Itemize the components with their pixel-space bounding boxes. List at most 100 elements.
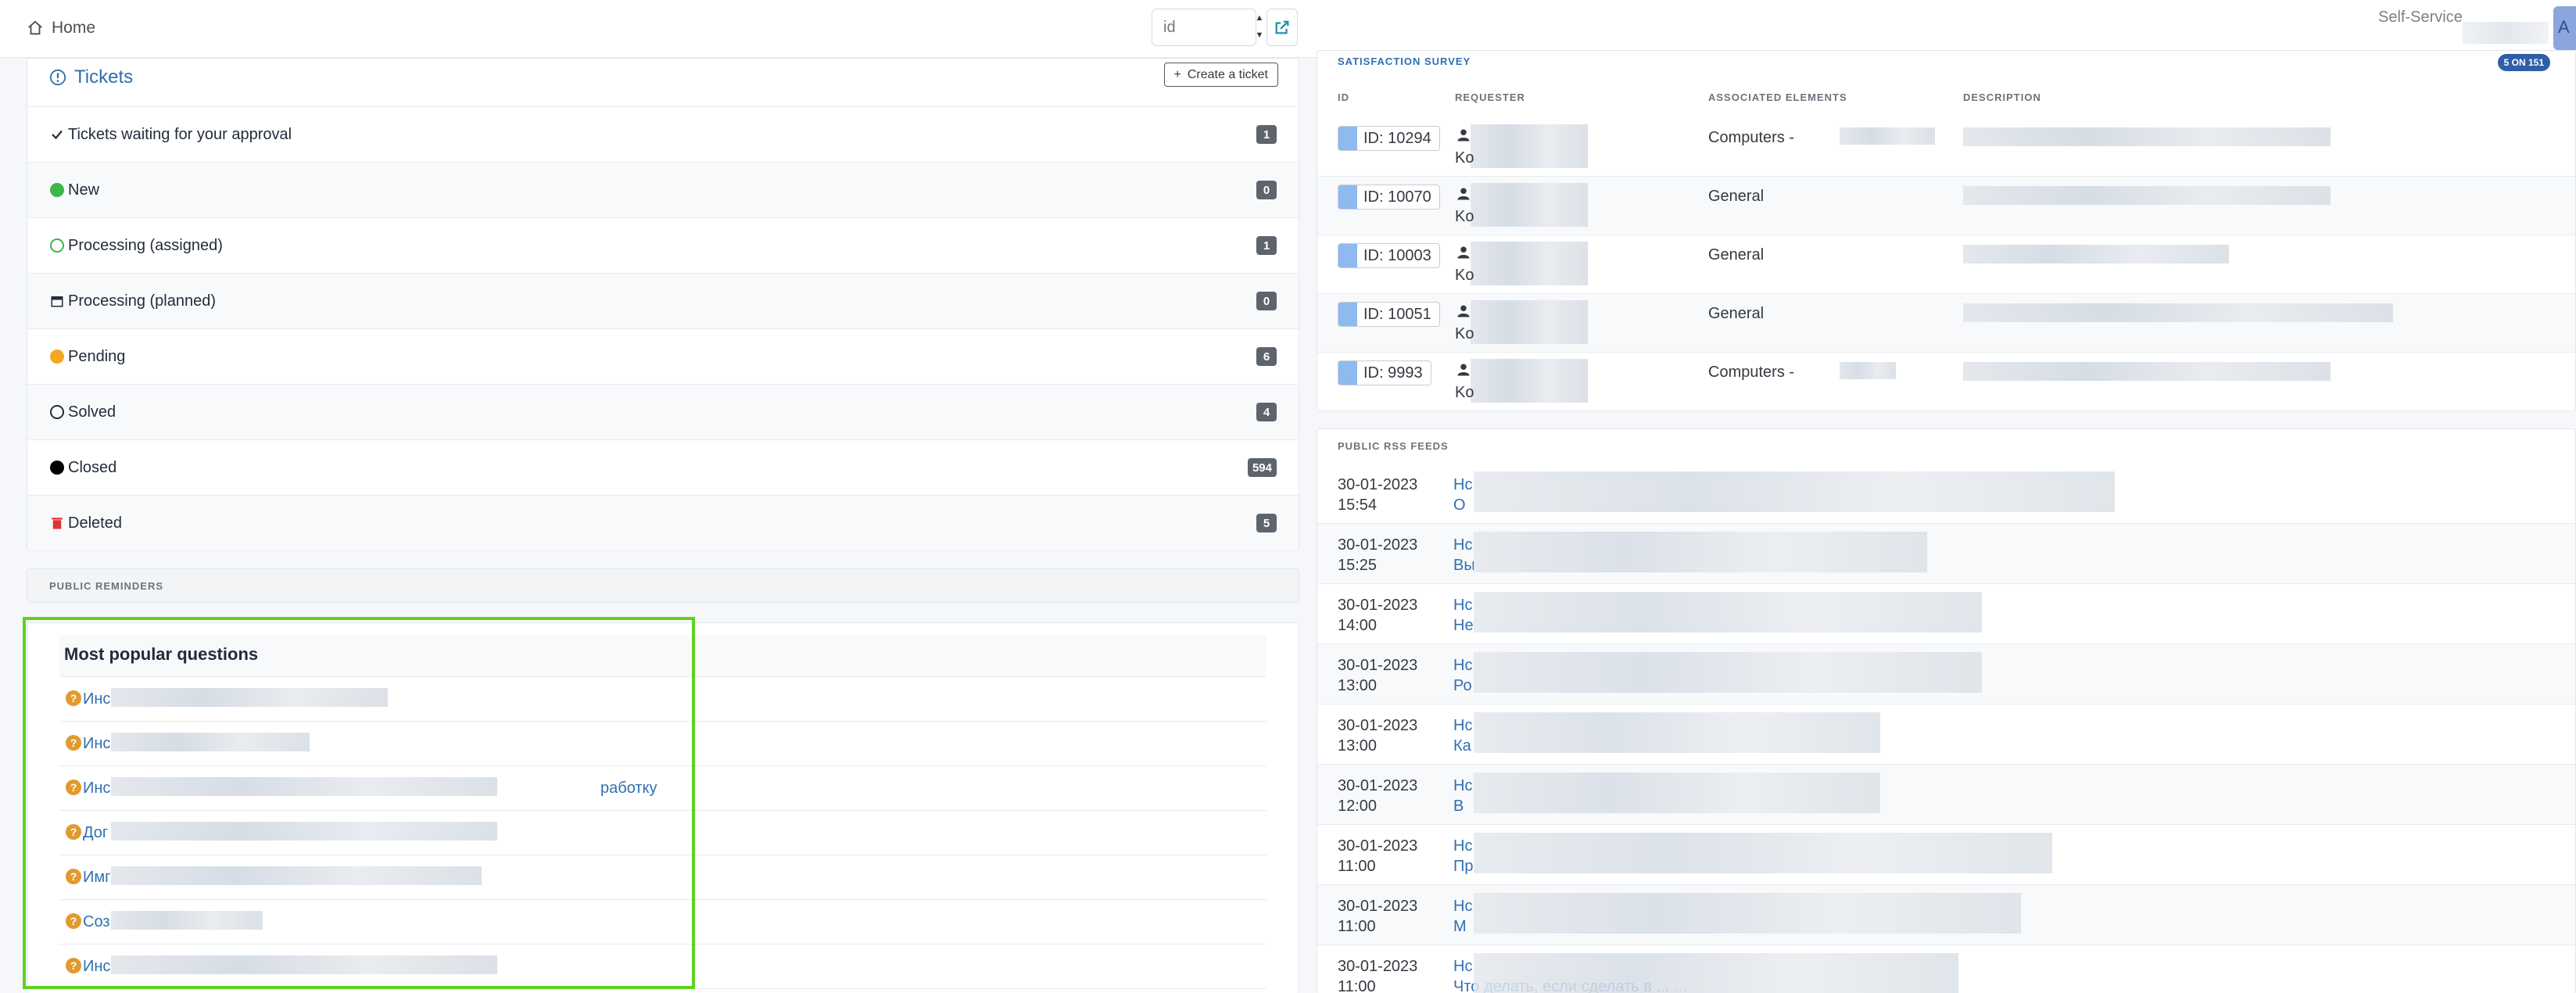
survey-row[interactable]: ID: 10294 Ko Computers - — [1317, 118, 2575, 177]
associated-element[interactable]: General — [1708, 305, 1764, 323]
associated-element[interactable]: Computers - — [1708, 129, 1794, 147]
faq-item-text[interactable]: Инс — [83, 958, 110, 976]
survey-id-link[interactable]: ID: 9993 — [1338, 360, 1431, 385]
ticket-status-label[interactable]: Solved — [68, 403, 116, 421]
satisfaction-survey-label[interactable]: SATISFACTION SURVEY — [1338, 56, 1471, 67]
ticket-status-row[interactable]: Deleted 5 — [27, 496, 1299, 551]
faq-item[interactable]: ? Дог — [59, 811, 1267, 855]
rss-title-line-2[interactable]: Пр — [1453, 856, 1474, 876]
rss-feed-item[interactable]: 30-01-2023 11:00 Нс М — [1317, 885, 2575, 945]
rss-item-link[interactable]: Нс В — [1453, 776, 1472, 816]
ticket-status-row[interactable]: Processing (assigned) 1 — [27, 218, 1299, 274]
open-ticket-button[interactable] — [1267, 9, 1298, 46]
stepper-down-icon[interactable]: ▼ — [1254, 28, 1265, 42]
rss-item-link[interactable]: Нс Ка — [1453, 715, 1472, 756]
rss-title-line[interactable]: Нс — [1453, 475, 1472, 495]
survey-id-link[interactable]: ID: 10003 — [1338, 243, 1440, 268]
faq-item-text[interactable]: Инс — [83, 735, 110, 753]
ticket-status-label[interactable]: Closed — [68, 459, 116, 477]
column-header-associated[interactable]: ASSOCIATED ELEMENTS — [1708, 91, 1847, 103]
survey-row[interactable]: ID: 10051 Ko General — [1317, 294, 2575, 353]
create-ticket-label: Create a ticket — [1187, 67, 1268, 81]
rss-item-link[interactable]: Нс Пр — [1453, 836, 1474, 876]
rss-item-link[interactable]: Нс Не — [1453, 595, 1474, 636]
associated-element[interactable]: General — [1708, 188, 1764, 206]
rss-feed-item[interactable]: 30-01-2023 13:00 Нс Ро — [1317, 644, 2575, 704]
rss-feed-item[interactable]: 30-01-2023 13:00 Нс Ка — [1317, 704, 2575, 765]
rss-feed-item[interactable]: 30-01-2023 11:00 Нс Пр — [1317, 825, 2575, 885]
faq-item[interactable]: ? Соз — [59, 900, 1267, 945]
survey-id-link[interactable]: ID: 10051 — [1338, 302, 1440, 327]
ticket-status-row[interactable]: New 0 — [27, 163, 1299, 218]
rss-title-line-2[interactable]: Вы — [1453, 555, 1475, 575]
ticket-status-label[interactable]: Pending — [68, 348, 125, 366]
ticket-status-label[interactable]: Processing (planned) — [68, 292, 216, 310]
rss-feed-item[interactable]: 30-01-2023 15:54 Нс О — [1317, 464, 2575, 524]
column-header-description[interactable]: DESCRIPTION — [1963, 91, 2041, 103]
rss-feed-item[interactable]: 30-01-2023 12:00 Нс В — [1317, 765, 2575, 825]
rss-title-line-2[interactable]: О — [1453, 495, 1472, 515]
ticket-status-row[interactable]: Processing (planned) 0 — [27, 274, 1299, 329]
create-ticket-button[interactable]: + Create a ticket — [1163, 63, 1278, 87]
rss-title-line-2[interactable]: Ро — [1453, 676, 1472, 696]
faq-item-suffix[interactable]: работку — [600, 780, 657, 798]
rss-title-line[interactable]: Нс — [1453, 655, 1472, 676]
faq-item-text[interactable]: Соз — [83, 913, 110, 931]
faq-item-text[interactable]: Инс — [83, 780, 110, 798]
stepper-up-icon[interactable]: ▲ — [1254, 11, 1265, 25]
survey-row[interactable]: ID: 10070 Ko General — [1317, 177, 2575, 235]
rss-item-link[interactable]: Нс О — [1453, 475, 1472, 515]
faq-item[interactable]: ? Инс — [59, 945, 1267, 989]
faq-item-text[interactable]: Инс — [83, 690, 110, 708]
ticket-status-label[interactable]: Tickets waiting for your approval — [68, 126, 292, 144]
requester-name[interactable]: Ko — [1455, 325, 1474, 343]
survey-id-link[interactable]: ID: 10294 — [1338, 126, 1440, 151]
rss-title-line[interactable]: Нс — [1453, 836, 1474, 856]
rss-title-line[interactable]: Нс — [1453, 776, 1472, 796]
avatar[interactable]: A — [2553, 6, 2576, 50]
ticket-status-label[interactable]: Processing (assigned) — [68, 237, 223, 255]
faq-item[interactable]: ? Инс — [59, 677, 1267, 722]
id-stepper[interactable]: ▲ ▼ — [1254, 11, 1265, 42]
rss-item-link[interactable]: Нс Ро — [1453, 655, 1472, 696]
rss-title-line[interactable]: Нс — [1453, 535, 1475, 555]
rss-title-line[interactable]: Нс — [1453, 715, 1472, 736]
faq-item[interactable]: ? Инс работку — [59, 766, 1267, 811]
rss-item-link[interactable]: Нс М — [1453, 896, 1472, 937]
requester-name[interactable]: Ko — [1455, 384, 1474, 402]
requester-name[interactable]: Ko — [1455, 149, 1474, 167]
survey-row[interactable]: ID: 9993 Ko Computers - — [1317, 353, 2575, 411]
rss-title-line-2[interactable]: М — [1453, 916, 1472, 937]
ticket-status-row[interactable]: Solved 4 — [27, 385, 1299, 440]
ticket-status-label[interactable]: New — [68, 181, 99, 199]
rss-title-line[interactable]: Нс — [1453, 896, 1472, 916]
ticket-status-row[interactable]: Closed 594 — [27, 440, 1299, 496]
survey-id-link[interactable]: ID: 10070 — [1338, 185, 1440, 210]
survey-row[interactable]: ID: 10003 Ko General — [1317, 235, 2575, 294]
requester-name[interactable]: Ko — [1455, 208, 1474, 226]
ticket-id-input[interactable] — [1152, 9, 1256, 46]
rss-title-line-2[interactable]: В — [1453, 796, 1472, 816]
rss-feed-item[interactable]: 30-01-2023 14:00 Нс Не — [1317, 584, 2575, 644]
rss-feed-item[interactable]: 30-01-2023 15:25 Нс Вы — [1317, 524, 2575, 584]
breadcrumb-home[interactable]: Home — [27, 16, 95, 41]
ticket-status-row[interactable]: Tickets waiting for your approval 1 — [27, 107, 1299, 163]
column-header-requester[interactable]: REQUESTER — [1455, 91, 1525, 103]
column-header-id[interactable]: ID — [1338, 91, 1349, 103]
redacted-text — [1840, 362, 1896, 379]
requester-name[interactable]: Ko — [1455, 267, 1474, 285]
tickets-title[interactable]: Tickets — [49, 66, 133, 88]
ticket-status-row[interactable]: Pending 6 — [27, 329, 1299, 385]
associated-element[interactable]: Computers - — [1708, 364, 1794, 382]
faq-item-text[interactable]: Дог — [83, 824, 108, 842]
rss-title-line-2[interactable]: Ка — [1453, 736, 1472, 756]
rss-title-line-2[interactable]: Не — [1453, 615, 1474, 636]
associated-element[interactable]: General — [1708, 246, 1764, 264]
rss-feed-item[interactable]: 30-01-202311:00НсЧто делать, если сделат… — [1317, 945, 2575, 993]
faq-item[interactable]: ? Имг — [59, 855, 1267, 900]
faq-item[interactable]: ? Инс — [59, 722, 1267, 766]
rss-title-line[interactable]: Нс — [1453, 595, 1474, 615]
rss-item-link[interactable]: Нс Вы — [1453, 535, 1475, 575]
ticket-status-label[interactable]: Deleted — [68, 514, 122, 532]
faq-item-text[interactable]: Имг — [83, 869, 110, 887]
